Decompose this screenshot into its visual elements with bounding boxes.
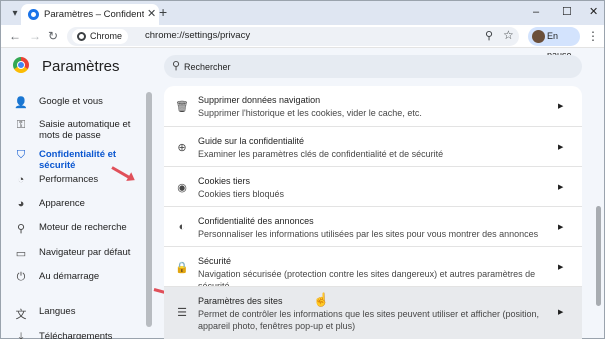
sliders-icon: ☰ bbox=[177, 307, 187, 319]
download-icon: ⤓ bbox=[18, 331, 24, 339]
tab-strip: ▾ Paramètres – Confidentialité et ✕ + – … bbox=[1, 1, 604, 25]
list-item-clear-browsing-data[interactable]: 🗑 Supprimer données navigation Supprimer… bbox=[164, 86, 582, 126]
row-subtitle: Personnaliser les informations utilisées… bbox=[198, 229, 539, 239]
more-menu-icon[interactable]: ⋮ bbox=[587, 29, 599, 43]
tab-title: Paramètres – Confidentialité et bbox=[44, 9, 144, 20]
palette-icon: ◕ bbox=[17, 198, 25, 210]
settings-search[interactable]: ⚲ bbox=[164, 55, 582, 78]
maximize-button[interactable]: ☐ bbox=[562, 5, 572, 19]
row-subtitle: Permet de contrôler les informations que… bbox=[198, 309, 540, 331]
list-item-security[interactable]: 🔒 Sécurité Navigation sécurisée (protect… bbox=[164, 246, 582, 291]
minimize-button[interactable]: – bbox=[533, 5, 539, 19]
row-subtitle: Cookies tiers bloqués bbox=[198, 189, 285, 199]
chrome-chip[interactable]: Chrome bbox=[72, 29, 129, 44]
profile-paused-button[interactable]: En pause bbox=[528, 27, 580, 60]
main-scrollbar[interactable] bbox=[596, 206, 601, 306]
chrome-chip-label: Chrome bbox=[90, 31, 123, 41]
reload-icon[interactable]: ↻ bbox=[48, 29, 58, 43]
row-subtitle: Examiner les paramètres clés de confiden… bbox=[198, 149, 444, 159]
list-item-third-party-cookies[interactable]: ◉ Cookies tiers Cookies tiers bloqués ▶ bbox=[164, 166, 582, 206]
row-title: Sécurité bbox=[198, 256, 232, 266]
cookie-icon: ◉ bbox=[177, 182, 187, 194]
bookmark-star-icon[interactable]: ☆ bbox=[503, 28, 514, 42]
chevron-right-icon: ▶ bbox=[558, 144, 564, 151]
chrome-logo-icon bbox=[13, 57, 29, 73]
plus-circle-icon: ⊕ bbox=[177, 142, 187, 154]
zoom-icon[interactable]: ⚲ bbox=[485, 29, 493, 42]
gauge-icon: ◔ bbox=[17, 174, 25, 186]
address-bar[interactable]: Chrome chrome://settings/privacy ⚲ ☆ bbox=[67, 27, 519, 46]
close-tab-icon[interactable]: ✕ bbox=[147, 7, 156, 20]
forward-arrow-icon[interactable]: → bbox=[29, 29, 41, 43]
trash-icon: 🗑 bbox=[175, 101, 189, 113]
sidebar-item-label: Téléchargements bbox=[39, 331, 113, 339]
browser-icon: ▭ bbox=[15, 248, 27, 260]
sidebar-item-label: Navigateur par défaut bbox=[39, 247, 131, 258]
chrome-icon bbox=[77, 32, 86, 41]
sidebar-item-label: Apparence bbox=[39, 198, 85, 209]
search-icon: ⚲ bbox=[172, 60, 181, 72]
list-item-ad-privacy[interactable]: ◐ Confidentialité des annonces Personnal… bbox=[164, 206, 582, 246]
hand-pointer-icon: ☝ bbox=[313, 292, 330, 307]
close-window-button[interactable]: ✕ bbox=[589, 5, 598, 19]
shield-icon: ⛉ bbox=[16, 149, 26, 161]
sidebar-scrollbar[interactable] bbox=[146, 92, 152, 327]
lock-icon: 🔒 bbox=[175, 262, 189, 274]
avatar bbox=[532, 30, 545, 43]
row-subtitle: Supprimer l'historique et les cookies, v… bbox=[198, 108, 422, 118]
chevron-right-icon: ▶ bbox=[558, 184, 564, 191]
chevron-right-icon: ▶ bbox=[558, 309, 564, 316]
sidebar-item-label: Google et vous bbox=[39, 96, 103, 107]
privacy-settings-card: 🗑 Supprimer données navigation Supprimer… bbox=[164, 86, 582, 339]
back-arrow-icon[interactable]: ← bbox=[9, 29, 21, 43]
browser-toolbar: ← → ↻ Chrome chrome://settings/privacy ⚲… bbox=[1, 25, 604, 60]
search-input[interactable] bbox=[184, 55, 564, 78]
row-title: Supprimer données navigation bbox=[198, 95, 321, 105]
settings-gear-icon bbox=[28, 9, 39, 20]
chevron-right-icon: ▶ bbox=[558, 264, 564, 271]
new-tab-button[interactable]: + bbox=[159, 5, 167, 19]
search-icon: ⚲ bbox=[16, 223, 26, 235]
page-title: Paramètres bbox=[42, 58, 120, 75]
row-title: Cookies tiers bbox=[198, 176, 251, 186]
sidebar-item-label: Langues bbox=[39, 306, 76, 317]
sidebar-item-label: Confidentialité et sécurité bbox=[39, 149, 117, 171]
list-item-site-settings[interactable]: ☰ Paramètres des sites Permet de contrôl… bbox=[164, 286, 582, 339]
tab-settings[interactable]: Paramètres – Confidentialité et ✕ bbox=[21, 4, 159, 25]
url-text[interactable]: chrome://settings/privacy bbox=[145, 30, 250, 41]
row-title: Paramètres des sites bbox=[198, 296, 283, 306]
sidebar-item-label: Saisie automatique et mots de passe bbox=[39, 119, 131, 141]
ad-privacy-icon: ◐ bbox=[178, 221, 186, 233]
list-item-privacy-guide[interactable]: ⊕ Guide sur la confidentialité Examiner … bbox=[164, 126, 582, 166]
person-icon: 👤 bbox=[14, 97, 28, 109]
sidebar-item-label: Au démarrage bbox=[39, 271, 100, 282]
power-icon: ⏻ bbox=[16, 271, 26, 283]
row-title: Confidentialité des annonces bbox=[198, 216, 314, 226]
row-title: Guide sur la confidentialité bbox=[198, 136, 305, 146]
chevron-right-icon: ▶ bbox=[558, 224, 564, 231]
translate-icon: 文 bbox=[15, 309, 27, 321]
key-icon: ⚿ bbox=[16, 119, 26, 131]
sidebar-item-label: Moteur de recherche bbox=[39, 222, 127, 233]
chevron-right-icon: ▶ bbox=[558, 103, 564, 110]
